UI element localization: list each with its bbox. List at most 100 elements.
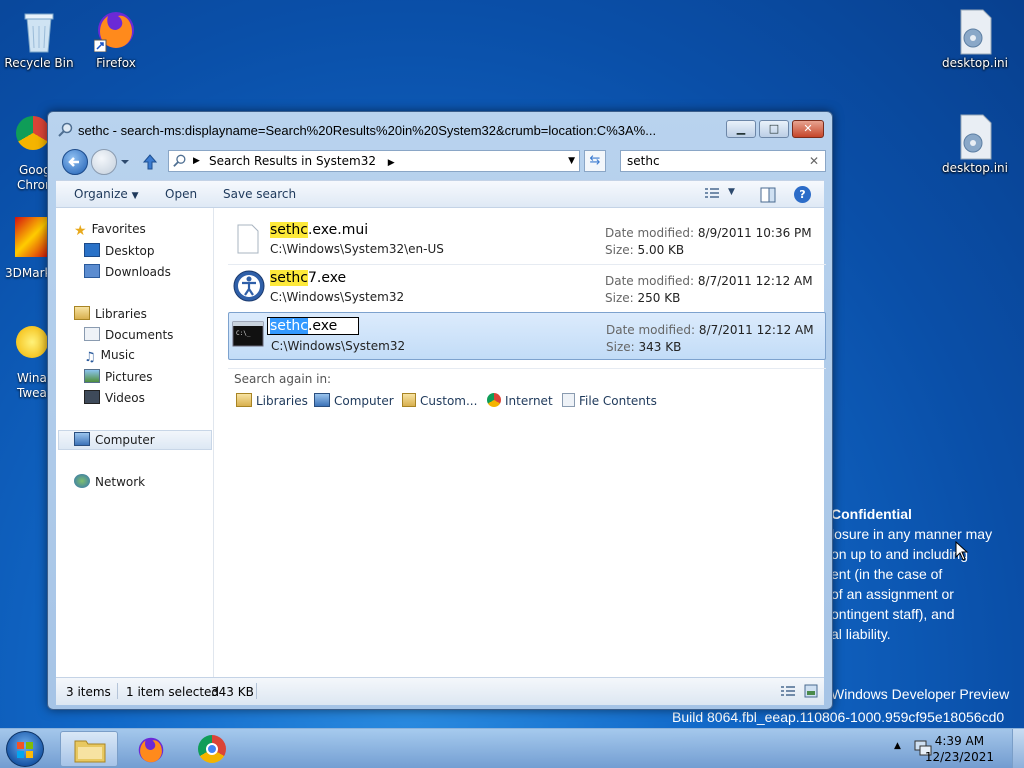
preview-watermark: Windows Developer Preview xyxy=(831,686,1010,702)
date-modified: Date modified: 8/9/2011 10:36 PM xyxy=(605,226,812,240)
result-row[interactable]: sethc7.exe C:\Windows\System32 Date modi… xyxy=(228,264,826,312)
libraries-icon xyxy=(74,306,90,320)
music-icon: ♫ xyxy=(84,350,96,365)
nav-label: Computer xyxy=(95,433,155,447)
folder-icon xyxy=(74,740,106,763)
result-row-selected[interactable]: C:\_ sethc.exe C:\Windows\System32 Date … xyxy=(228,312,826,360)
search-icon xyxy=(58,122,73,137)
desktop-icon-recycle-bin[interactable]: Recycle Bin xyxy=(1,8,77,70)
nav-item-pictures[interactable]: Pictures xyxy=(84,369,153,384)
taskbar-firefox[interactable] xyxy=(122,731,180,767)
view-options-button[interactable]: ▼ xyxy=(704,187,740,203)
file-name[interactable]: sethc.exe xyxy=(267,317,359,335)
selection-size: 343 KB xyxy=(211,685,254,699)
nav-item-network[interactable]: Network xyxy=(74,474,145,489)
nav-label: Libraries xyxy=(95,307,147,321)
documents-icon xyxy=(84,327,100,341)
pictures-icon xyxy=(84,369,100,383)
show-desktop-button[interactable] xyxy=(1012,729,1024,768)
nav-label: Network xyxy=(95,475,146,489)
desktop-icon-firefox[interactable]: Firefox xyxy=(78,8,154,70)
file-path: C:\Windows\System32\en-US xyxy=(270,242,444,256)
watermark-heading: Confidential xyxy=(831,506,912,522)
3dmark-icon[interactable] xyxy=(15,217,49,257)
search-input[interactable]: sethc ✕ xyxy=(620,150,826,172)
help-button[interactable]: ? xyxy=(794,186,811,203)
search-again-internet[interactable]: Internet xyxy=(487,393,553,408)
clock-time: 4:39 AM xyxy=(934,734,985,748)
clear-search-icon[interactable]: ✕ xyxy=(809,151,819,171)
section-divider xyxy=(228,368,826,369)
nav-item-computer[interactable]: Computer xyxy=(74,432,155,447)
taskbar: ▲ 4:39 AM 12/23/2021 xyxy=(0,728,1024,768)
selection-count: 1 item selected xyxy=(126,685,220,699)
nav-item-libraries[interactable]: Libraries xyxy=(74,306,147,321)
nav-item-favorites[interactable]: ★ Favorites xyxy=(74,222,146,239)
rename-input[interactable]: sethc.exe xyxy=(267,317,359,335)
open-button[interactable]: Open xyxy=(165,187,197,201)
back-button[interactable] xyxy=(62,149,88,175)
desktop-icon-ini-2[interactable]: desktop.ini xyxy=(937,113,1013,175)
nav-item-downloads[interactable]: Downloads xyxy=(84,264,171,279)
close-button[interactable]: ✕ xyxy=(792,120,824,138)
explorer-window[interactable]: sethc - search-ms:displayname=Search%20R… xyxy=(47,111,833,710)
watermark-line: of an assignment or xyxy=(831,586,954,602)
title-bar[interactable]: sethc - search-ms:displayname=Search%20R… xyxy=(48,112,832,148)
chevron-down-icon[interactable]: ▼ xyxy=(568,151,575,171)
file-size: Size: 343 KB xyxy=(606,340,682,354)
nav-item-videos[interactable]: Videos xyxy=(84,390,145,405)
desktop-icon-label-partial: 3DMark xyxy=(5,266,52,280)
forward-button[interactable] xyxy=(91,149,117,175)
search-again-libraries[interactable]: Libraries xyxy=(236,393,308,408)
navigation-bar: ▶ Search Results in System32 ▶ ▼ ⇆ sethc… xyxy=(56,146,826,176)
clock-date: 12/23/2021 xyxy=(924,750,994,764)
watermark-line: ent (in the case of xyxy=(831,566,943,582)
tray-overflow-icon[interactable]: ▲ xyxy=(894,741,901,751)
chrome-icon xyxy=(487,393,501,407)
preview-pane-icon[interactable] xyxy=(760,187,776,203)
file-name: sethc.exe.mui xyxy=(270,222,368,238)
file-name-match: sethc xyxy=(270,222,308,238)
date-modified: Date modified: 8/7/2011 12:12 AM xyxy=(605,274,813,288)
chevron-down-icon: ▼ xyxy=(131,191,139,201)
windows-logo-icon xyxy=(17,742,33,758)
maximize-button[interactable]: □ xyxy=(759,120,789,138)
system-clock[interactable]: 4:39 AM 12/23/2021 xyxy=(925,733,994,765)
recycle-bin-icon xyxy=(17,8,61,53)
taskbar-chrome[interactable] xyxy=(184,731,242,767)
file-icon xyxy=(237,224,259,254)
star-icon: ★ xyxy=(74,223,87,239)
chrome-icon[interactable] xyxy=(16,116,50,150)
nav-label: Videos xyxy=(105,391,145,405)
navigation-pane[interactable]: ★ Favorites Desktop Downloads Libraries D… xyxy=(56,208,214,677)
up-arrow-icon[interactable] xyxy=(142,153,158,171)
nav-label: Desktop xyxy=(105,244,155,258)
desktop-icon-ini-1[interactable]: desktop.ini xyxy=(937,8,1013,70)
nav-item-desktop[interactable]: Desktop xyxy=(84,243,155,258)
organize-button[interactable]: Organize ▼ xyxy=(74,187,139,201)
nav-item-documents[interactable]: Documents xyxy=(84,327,173,342)
search-again-file-contents[interactable]: File Contents xyxy=(562,393,657,408)
file-size: Size: 5.00 KB xyxy=(605,243,685,257)
result-row[interactable]: sethc.exe.mui C:\Windows\System32\en-US … xyxy=(228,216,826,264)
search-again-computer[interactable]: Computer xyxy=(314,393,394,408)
chevron-down-icon[interactable] xyxy=(120,158,130,166)
save-search-button[interactable]: Save search xyxy=(223,187,296,201)
large-icons-view-icon[interactable] xyxy=(804,684,818,698)
minimize-button[interactable]: ▁ xyxy=(726,120,756,138)
command-prompt-icon: C:\_ xyxy=(232,321,264,347)
winaero-icon[interactable] xyxy=(16,326,48,358)
details-view-icon[interactable] xyxy=(780,685,796,697)
accessibility-app-icon xyxy=(233,270,265,302)
desktop-icon xyxy=(84,243,100,257)
start-button[interactable] xyxy=(6,731,44,767)
nav-label: Downloads xyxy=(105,265,171,279)
folder-search-icon xyxy=(402,393,416,407)
refresh-button[interactable]: ⇆ xyxy=(584,150,606,172)
search-again-custom[interactable]: Custom... xyxy=(402,393,477,408)
address-bar[interactable]: ▶ Search Results in System32 ▶ ▼ xyxy=(168,150,580,172)
breadcrumb[interactable]: Search Results in System32 xyxy=(209,154,376,168)
nav-item-music[interactable]: ♫ Music xyxy=(84,348,135,365)
taskbar-explorer[interactable] xyxy=(60,731,118,767)
computer-icon xyxy=(74,432,90,446)
